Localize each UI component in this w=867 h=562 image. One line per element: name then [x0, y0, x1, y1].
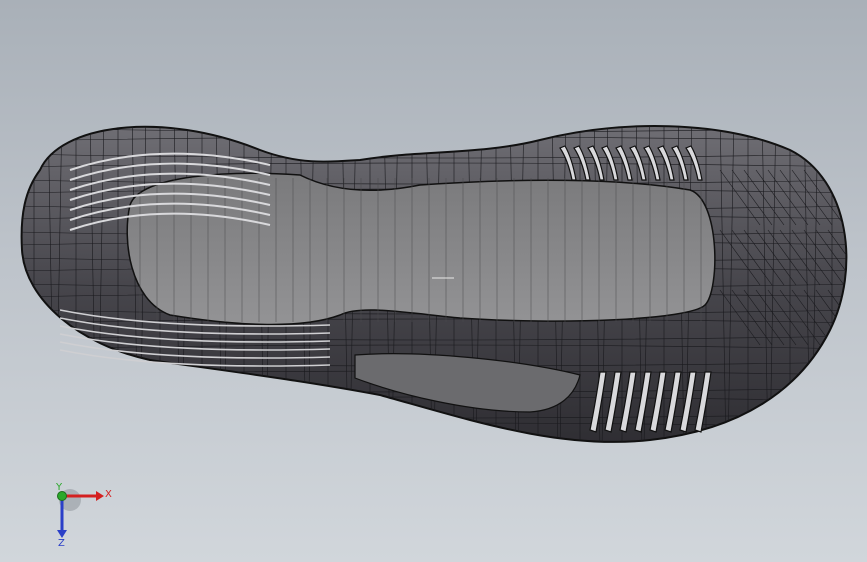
- mesh-line: [21, 422, 847, 428]
- z-axis-label: Z: [58, 538, 65, 546]
- y-axis-label: Y: [55, 482, 63, 493]
- mesh-line: [15, 111, 860, 115]
- shoe-model-wireframe[interactable]: [0, 0, 867, 562]
- mesh-line: [845, 126, 847, 442]
- z-axis-arrow-icon: [57, 530, 67, 538]
- mesh-line: [14, 110, 20, 450]
- x-axis-arrow-icon: [96, 491, 104, 501]
- x-axis-label: X: [105, 489, 112, 500]
- mesh-line: [21, 439, 847, 442]
- graphics-viewport[interactable]: X Z Y: [0, 0, 867, 562]
- orientation-triad[interactable]: X Z Y: [48, 482, 118, 546]
